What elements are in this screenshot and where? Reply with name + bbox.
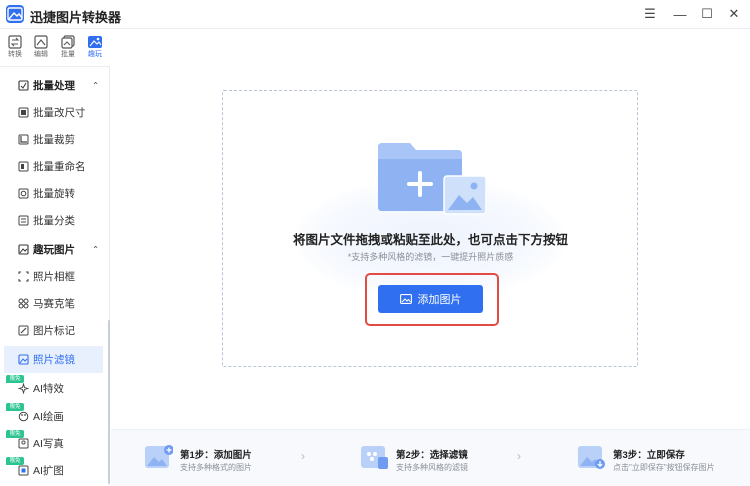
sidebar-item-label: 马赛克笔 xyxy=(33,296,75,311)
add-image-button-label: 添加图片 xyxy=(418,291,462,307)
tab-label: 趣玩 xyxy=(88,51,102,59)
edit-icon xyxy=(33,35,49,49)
crop-icon xyxy=(18,134,29,145)
sidebar-item-classify[interactable]: 批量分类 xyxy=(4,207,103,234)
minimize-button[interactable]: — xyxy=(670,5,690,23)
tab-fun[interactable]: 趣玩 xyxy=(83,32,107,64)
step-3: 第3步：立即保存 点击"立即保存"按钮保存图片 xyxy=(577,443,747,475)
sidebar-item-ai-portrait[interactable]: AI写真 xyxy=(4,430,103,457)
sidebar-item-ai-effect[interactable]: AI特效 xyxy=(4,375,103,402)
filter-step-icon xyxy=(360,443,389,471)
tab-label: 批量 xyxy=(61,51,75,59)
step-desc: 支持多种风格的滤镜 xyxy=(396,462,468,473)
sidebar-item-resize[interactable]: 批量改尺寸 xyxy=(4,99,103,126)
steps-bar: 第1步：添加图片 支持多种格式的图片 › 第2步：选择滤镜 支持多种风格的滤镜 … xyxy=(111,429,750,486)
filter-icon xyxy=(18,354,29,365)
menu-icon[interactable]: ☰ xyxy=(640,5,660,23)
image-icon xyxy=(400,294,412,304)
sidebar: 批量处理 ⌃ 批量改尺寸 批量裁剪 批量重命名 批量旋转 批量分类 趣玩图片 ⌃… xyxy=(0,67,110,486)
add-image-step-icon xyxy=(144,443,173,471)
step-2: 第2步：选择滤镜 支持多种风格的滤镜 xyxy=(360,443,520,475)
portrait-icon xyxy=(18,438,29,449)
sidebar-item-label: 批量重命名 xyxy=(33,159,86,174)
step-title: 第3步：立即保存 xyxy=(613,447,685,461)
sidebar-item-label: 批量分类 xyxy=(33,213,75,228)
sidebar-item-rotate[interactable]: 批量旋转 xyxy=(4,180,103,207)
ai-effect-icon xyxy=(18,383,29,394)
chevron-right-icon: › xyxy=(517,449,521,463)
batch-process-icon xyxy=(18,80,29,91)
convert-icon xyxy=(7,35,23,49)
palette-icon xyxy=(18,411,29,422)
sidebar-item-label: 照片滤镜 xyxy=(33,352,75,367)
tab-edit[interactable]: 编辑 xyxy=(29,32,53,64)
save-step-icon xyxy=(577,443,606,471)
step-title: 第1步：添加图片 xyxy=(180,447,252,461)
app-title: 迅捷图片转换器 xyxy=(30,7,121,26)
sidebar-group-fun[interactable]: 趣玩图片 ⌃ xyxy=(4,236,103,263)
sidebar-item-label: AI绘画 xyxy=(33,409,64,424)
sidebar-item-label: 图片标记 xyxy=(33,323,75,338)
sidebar-scrollbar[interactable] xyxy=(108,320,110,484)
sidebar-item-ai-paint[interactable]: AI绘画 xyxy=(4,403,103,430)
sidebar-item-label: 批量改尺寸 xyxy=(33,105,86,120)
mark-icon xyxy=(18,325,29,336)
classify-icon xyxy=(18,215,29,226)
mosaic-icon xyxy=(18,298,29,309)
drop-hint: *支持多种风格的滤镜，一键提升照片质感 xyxy=(111,250,750,263)
tab-batch[interactable]: 批量 xyxy=(56,32,80,64)
rename-icon xyxy=(18,161,29,172)
sidebar-item-label: AI写真 xyxy=(33,436,64,451)
sidebar-item-label: 批量旋转 xyxy=(33,186,75,201)
sidebar-item-mosaic[interactable]: 马赛克笔 xyxy=(4,290,103,317)
close-button[interactable]: ✕ xyxy=(724,5,744,23)
tab-label: 转换 xyxy=(8,51,22,59)
main-area: 将图片文件拖拽或粘贴至此处，也可点击下方按钮 *支持多种风格的滤镜，一键提升照片… xyxy=(111,29,750,486)
sidebar-item-label: 照片相框 xyxy=(33,269,75,284)
step-title: 第2步：选择滤镜 xyxy=(396,447,468,461)
sidebar-item-ai-expand[interactable]: AI扩图 xyxy=(4,457,103,484)
add-image-button[interactable]: 添加图片 xyxy=(378,285,483,313)
frame-icon xyxy=(18,271,29,282)
sidebar-group-label: 趣玩图片 xyxy=(33,242,75,257)
sidebar-item-label: AI扩图 xyxy=(33,463,64,478)
sidebar-group-batch[interactable]: 批量处理 ⌃ xyxy=(4,72,103,99)
sidebar-item-mark[interactable]: 图片标记 xyxy=(4,317,103,344)
sidebar-item-filter[interactable]: 照片滤镜 xyxy=(4,346,103,373)
tab-label: 编辑 xyxy=(34,51,48,59)
sidebar-group-label: 批量处理 xyxy=(33,78,75,93)
feature-tabs: 转换 编辑 批量 趣玩 xyxy=(0,29,110,67)
step-1: 第1步：添加图片 支持多种格式的图片 xyxy=(144,443,304,475)
step-desc: 支持多种格式的图片 xyxy=(180,462,252,473)
add-folder-icon xyxy=(376,141,488,216)
app-logo-icon xyxy=(6,5,24,23)
resize-icon xyxy=(18,107,29,118)
chevron-up-icon: ⌃ xyxy=(92,81,99,90)
sidebar-item-crop[interactable]: 批量裁剪 xyxy=(4,126,103,153)
rotate-icon xyxy=(18,188,29,199)
expand-icon xyxy=(18,465,29,476)
batch-icon xyxy=(60,35,76,49)
chevron-up-icon: ⌃ xyxy=(92,245,99,254)
sidebar-item-label: AI特效 xyxy=(33,381,64,396)
sidebar-item-rename[interactable]: 批量重命名 xyxy=(4,153,103,180)
sidebar-item-label: 批量裁剪 xyxy=(33,132,75,147)
tab-convert[interactable]: 转换 xyxy=(3,32,27,64)
fun-icon xyxy=(87,35,103,49)
fun-image-icon xyxy=(18,244,29,255)
step-desc: 点击"立即保存"按钮保存图片 xyxy=(613,462,715,473)
title-bar: 迅捷图片转换器 ☰ — ☐ ✕ xyxy=(0,0,750,29)
maximize-button[interactable]: ☐ xyxy=(697,5,717,23)
chevron-right-icon: › xyxy=(301,449,305,463)
drop-instruction: 将图片文件拖拽或粘贴至此处，也可点击下方按钮 xyxy=(111,229,750,248)
sidebar-item-frame[interactable]: 照片相框 xyxy=(4,263,103,290)
